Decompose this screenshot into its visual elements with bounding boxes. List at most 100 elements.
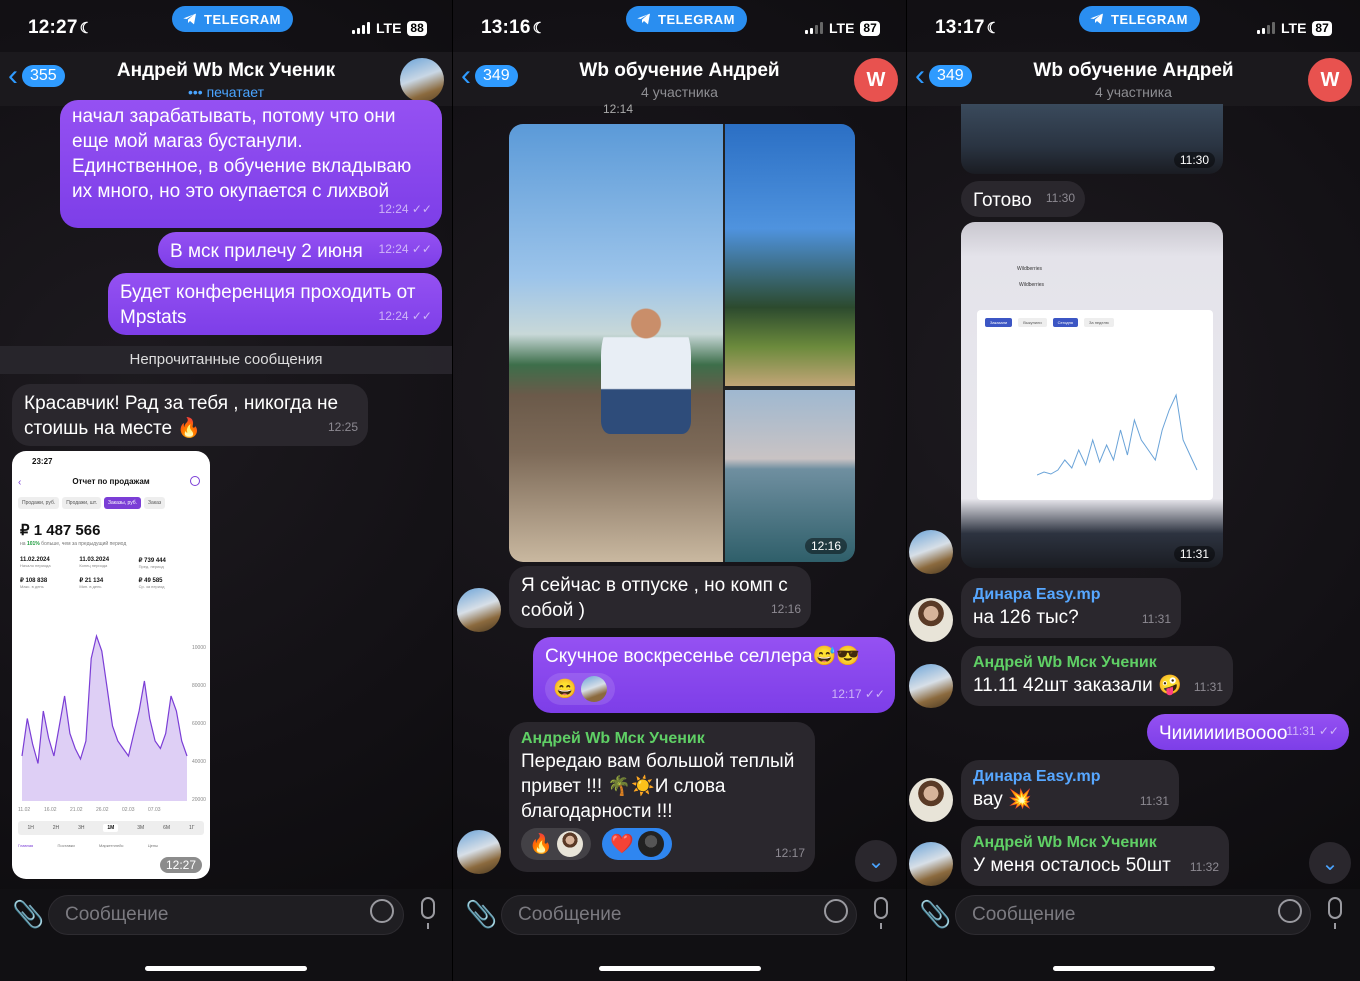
screenshot-nav-item: Поставки	[57, 843, 75, 848]
sender-avatar[interactable]	[457, 588, 501, 632]
message-input[interactable]: Сообщение	[955, 895, 1311, 935]
sender-avatar[interactable]	[909, 842, 953, 886]
telegram-label: TELEGRAM	[658, 11, 735, 27]
microphone-icon[interactable]	[874, 897, 888, 929]
sender-avatar[interactable]	[909, 530, 953, 574]
photo-sea[interactable]	[725, 390, 855, 562]
screenshot-stat: ₽ 739 444 Пред. период	[138, 558, 166, 569]
signal-icon	[805, 22, 823, 34]
reactor-avatar	[556, 831, 583, 857]
chat-panel-1: 12:27 ☾ TELEGRAM LTE 88 ‹ 355 Андрей Wb Мс…	[0, 0, 452, 981]
period-option: 1Г	[188, 825, 195, 831]
laptop-chart-line	[1037, 393, 1198, 476]
screenshot-stat: 11.03.2024 Конец периода	[79, 557, 110, 568]
laptop-toggles: Заказали Выкупили Сегодня За неделю	[985, 318, 1114, 327]
photo-palms[interactable]	[725, 124, 855, 386]
sender-name[interactable]: Андрей Wb Мск Ученик	[973, 653, 1221, 673]
microphone-icon[interactable]	[1328, 897, 1342, 929]
screenshot-tabs: Продажи, руб. Продажи, шт. Заказы, руб. Зак…	[18, 497, 166, 509]
screenshot-message[interactable]: 23:27 Отчет по продажам ‹ Продажи, руб. П…	[12, 451, 210, 879]
period-option: 6М	[163, 825, 171, 831]
telegram-label: TELEGRAM	[1111, 11, 1188, 27]
sender-avatar[interactable]	[909, 778, 953, 822]
chat-title[interactable]: Wb обучение Андрей	[453, 60, 906, 82]
status-bar: 13:16 ☾ TELEGRAM LTE 87	[453, 0, 906, 52]
reactor-avatar	[580, 676, 607, 702]
telegram-label: TELEGRAM	[204, 11, 281, 27]
message-outgoing[interactable]: Скучное воскресенье селлера😅😎 😄 12:17 ✓✓	[533, 637, 895, 713]
help-icon	[190, 476, 200, 486]
message-incoming[interactable]: Динара Easy.mp вау 💥 11:31	[961, 760, 1179, 820]
x-tick-label: 11.02	[18, 807, 30, 813]
telegram-pill[interactable]: TELEGRAM	[626, 6, 747, 32]
composer: 📎 Сообщение	[0, 889, 452, 981]
message-incoming[interactable]: Готово 11:30	[961, 181, 1085, 217]
laptop-chart	[1037, 393, 1198, 476]
message-incoming[interactable]: Андрей Wb Мск Ученик 11.11 42шт заказали …	[961, 646, 1233, 706]
y-tick-label: 20000	[192, 797, 206, 803]
message-incoming[interactable]: Красавчик! Рад за тебя , никогда не стои…	[12, 384, 368, 446]
chat-avatar[interactable]: W	[854, 58, 898, 102]
screenshot-note: на 101% больше, чем за предыдущий период	[20, 541, 127, 547]
attach-icon[interactable]: 📎	[919, 899, 951, 930]
scroll-down-button[interactable]: ⌄	[1309, 842, 1351, 884]
sender-avatar[interactable]	[909, 598, 953, 642]
reaction-chip[interactable]: ❤️	[601, 828, 672, 860]
network-label: LTE	[1281, 20, 1307, 36]
message-outgoing[interactable]: Чиииииивоооо 11:31 ✓✓	[1147, 714, 1349, 750]
laptop-toggle: За неделю	[1083, 318, 1114, 327]
chat-title[interactable]: Wb обучение Андрей	[907, 60, 1360, 82]
photo-laptop-screen[interactable]: Wildberries Wildberries Заказали Выкупили…	[961, 222, 1223, 568]
x-tick-label: 02.03	[122, 807, 135, 813]
sender-avatar[interactable]	[457, 830, 501, 874]
message-time: 11:30	[1173, 152, 1215, 168]
sender-name[interactable]: Динара Easy.mp	[973, 767, 1167, 787]
message-outgoing[interactable]: Будет конференция проходить от Mpstats 1…	[108, 273, 442, 335]
screenshot-stats: 11.02.2024 Начало периода 11.03.2024 Конец …	[20, 557, 198, 589]
telegram-pill[interactable]: TELEGRAM	[1079, 6, 1200, 32]
message-outgoing[interactable]: В мск прилечу 2 июня 12:24 ✓✓	[158, 232, 442, 268]
message-outgoing[interactable]: начал зарабатывать, потому что они еще м…	[60, 100, 442, 228]
message-incoming[interactable]: Динара Easy.mp на 126 тыс? 11:31	[961, 578, 1181, 638]
telegram-pill[interactable]: TELEGRAM	[172, 6, 293, 32]
message-time: 12:27	[159, 857, 202, 873]
x-tick-label: 07.03	[148, 807, 161, 813]
screenshot-nav-item: Маркетплейс	[98, 843, 124, 848]
message-input[interactable]: Сообщение	[501, 895, 857, 935]
chat-avatar[interactable]: W	[1308, 58, 1352, 102]
message-text: В мск прилечу 2 июня	[170, 241, 363, 262]
microphone-icon[interactable]	[421, 897, 435, 929]
message-incoming[interactable]: Я сейчас в отпуске , но комп с собой ) 1…	[509, 566, 811, 628]
attach-icon[interactable]: 📎	[12, 899, 44, 930]
period-option: 1М	[103, 824, 119, 832]
sender-avatar[interactable]	[909, 664, 953, 708]
photo-album[interactable]: 12:16	[509, 124, 855, 562]
message-incoming[interactable]: Андрей Wb Мск Ученик Передаю вам большой…	[509, 722, 815, 872]
scroll-down-button[interactable]: ⌄	[855, 840, 897, 882]
sender-name[interactable]: Андрей Wb Мск Ученик	[973, 833, 1217, 853]
sender-name[interactable]: Андрей Wb Мск Ученик	[521, 729, 803, 749]
message-time: 12:17	[774, 846, 805, 860]
laptop-toggle: Выкупили	[1018, 318, 1047, 327]
sticker-icon[interactable]	[370, 899, 394, 923]
sticker-icon[interactable]	[824, 899, 848, 923]
screenshot-stat: ₽ 49 585 Ср. за период	[138, 578, 165, 589]
message-incoming[interactable]: Андрей Wb Мск Ученик У меня осталось 50шт…	[961, 826, 1229, 886]
period-option: 2Н	[52, 825, 60, 831]
sticker-icon[interactable]	[1278, 899, 1302, 923]
message-time: 12:14	[603, 102, 634, 116]
photo-man-figure	[601, 304, 691, 434]
screenshot-stat: 11.02.2024 Начало периода	[20, 557, 51, 568]
reactions: 🔥 ❤️	[521, 828, 803, 860]
message-time: 11:31	[1139, 794, 1169, 808]
message-input[interactable]: Сообщение	[48, 895, 404, 935]
reaction-chip[interactable]: 😄	[545, 673, 615, 705]
signal-area: LTE 87	[805, 20, 880, 36]
sender-name[interactable]: Динара Easy.mp	[973, 585, 1169, 605]
chat-header: ‹ 349 Wb обучение Андрей 4 участника W	[907, 52, 1360, 106]
reaction-chip[interactable]: 🔥	[521, 828, 591, 860]
attach-icon[interactable]: 📎	[465, 899, 497, 930]
chat-avatar[interactable]	[400, 58, 444, 102]
chat-title[interactable]: Андрей Wb Мск Ученик	[0, 60, 452, 82]
photo-laptop-dock[interactable]: 11:30	[961, 104, 1223, 174]
